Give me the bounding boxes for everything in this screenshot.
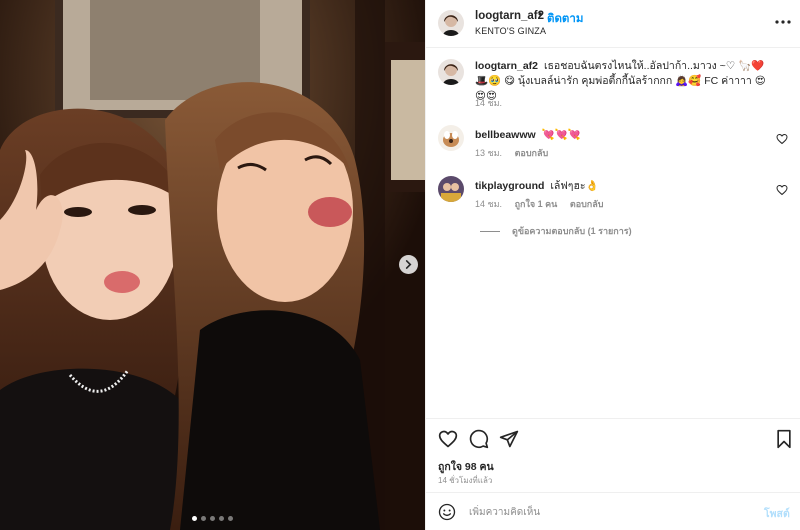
author-username[interactable]: loogtarn_af2 (475, 10, 544, 22)
comment-bubble-icon[interactable] (469, 429, 489, 449)
comment-username[interactable]: tikplayground (475, 180, 544, 192)
commenter-avatar[interactable] (438, 176, 464, 202)
comment-text: 💘💘💘 (541, 129, 581, 141)
post-location[interactable]: KENTO'S GINZA (475, 26, 546, 36)
post-time[interactable]: 14 ชั่วโมงที่แล้ว (438, 474, 492, 487)
comment-body: tikplayground เล้ฟๆฮะ👌 (475, 179, 770, 194)
comment-username[interactable]: bellbeawww (475, 129, 536, 141)
comment-input[interactable] (469, 502, 739, 522)
view-replies-line (480, 230, 500, 232)
author-avatar[interactable] (438, 10, 464, 36)
carousel-next-button[interactable] (399, 255, 418, 274)
comment-meta: 14 ชม. ถูกใจ 1 คน ตอบกลับ (475, 197, 613, 211)
comments-list[interactable]: loogtarn_af2 เธอชอบฉันตรงไหนให้..อัลปาก้… (426, 48, 800, 418)
caption-body: loogtarn_af2 เธอชอบฉันตรงไหนให้..อัลปาก้… (475, 59, 770, 104)
comment-body: bellbeawww 💘💘💘 (475, 128, 770, 143)
reply-button[interactable]: ตอบกลับ (570, 199, 604, 209)
post-photo (0, 0, 425, 530)
more-options-button[interactable] (772, 12, 794, 32)
more-horizontal-icon (775, 20, 791, 24)
caption-meta: 14 ชม. (475, 96, 512, 110)
reply-button[interactable]: ตอบกลับ (515, 148, 549, 158)
heart-icon[interactable] (776, 133, 788, 145)
action-bar (426, 418, 800, 458)
comment-text: เล้ฟๆฮะ👌 (550, 180, 599, 192)
bookmark-icon[interactable] (774, 429, 794, 449)
post-side-panel: loogtarn_af2 • ติดตาม KENTO'S GINZA loog… (425, 0, 800, 530)
header-separator: • (538, 9, 543, 21)
post-header: loogtarn_af2 • ติดตาม KENTO'S GINZA (426, 0, 800, 48)
carousel-dot (210, 516, 215, 521)
follow-button[interactable]: ติดตาม (547, 10, 583, 28)
paper-plane-icon[interactable] (499, 429, 519, 449)
comment-time[interactable]: 13 ชม. (475, 148, 502, 158)
view-replies-button[interactable]: ดูข้อความตอบกลับ (1 รายการ) (480, 224, 632, 238)
carousel-dot (201, 516, 206, 521)
post-media[interactable] (0, 0, 425, 530)
commenter-avatar[interactable] (438, 125, 464, 151)
carousel-dot (219, 516, 224, 521)
smiley-icon[interactable] (438, 503, 456, 521)
heart-icon[interactable] (438, 429, 458, 449)
add-comment-bar: โพสต์ (426, 492, 800, 530)
post-comment-button[interactable]: โพสต์ (764, 505, 790, 522)
caption-avatar[interactable] (438, 59, 464, 85)
carousel-indicator (0, 516, 425, 521)
heart-icon[interactable] (776, 184, 788, 196)
caption-username[interactable]: loogtarn_af2 (475, 60, 538, 72)
comment-time[interactable]: 14 ชม. (475, 199, 502, 209)
carousel-dot (228, 516, 233, 521)
carousel-dot (192, 516, 197, 521)
comment-likes[interactable]: ถูกใจ 1 คน (515, 199, 558, 209)
caption-time[interactable]: 14 ชม. (475, 98, 502, 108)
view-replies-label: ดูข้อความตอบกลับ (1 รายการ) (512, 226, 632, 236)
chevron-right-icon (405, 260, 412, 269)
comment-meta: 13 ชม. ตอบกลับ (475, 146, 558, 160)
likes-count[interactable]: ถูกใจ 98 คน (438, 458, 494, 475)
